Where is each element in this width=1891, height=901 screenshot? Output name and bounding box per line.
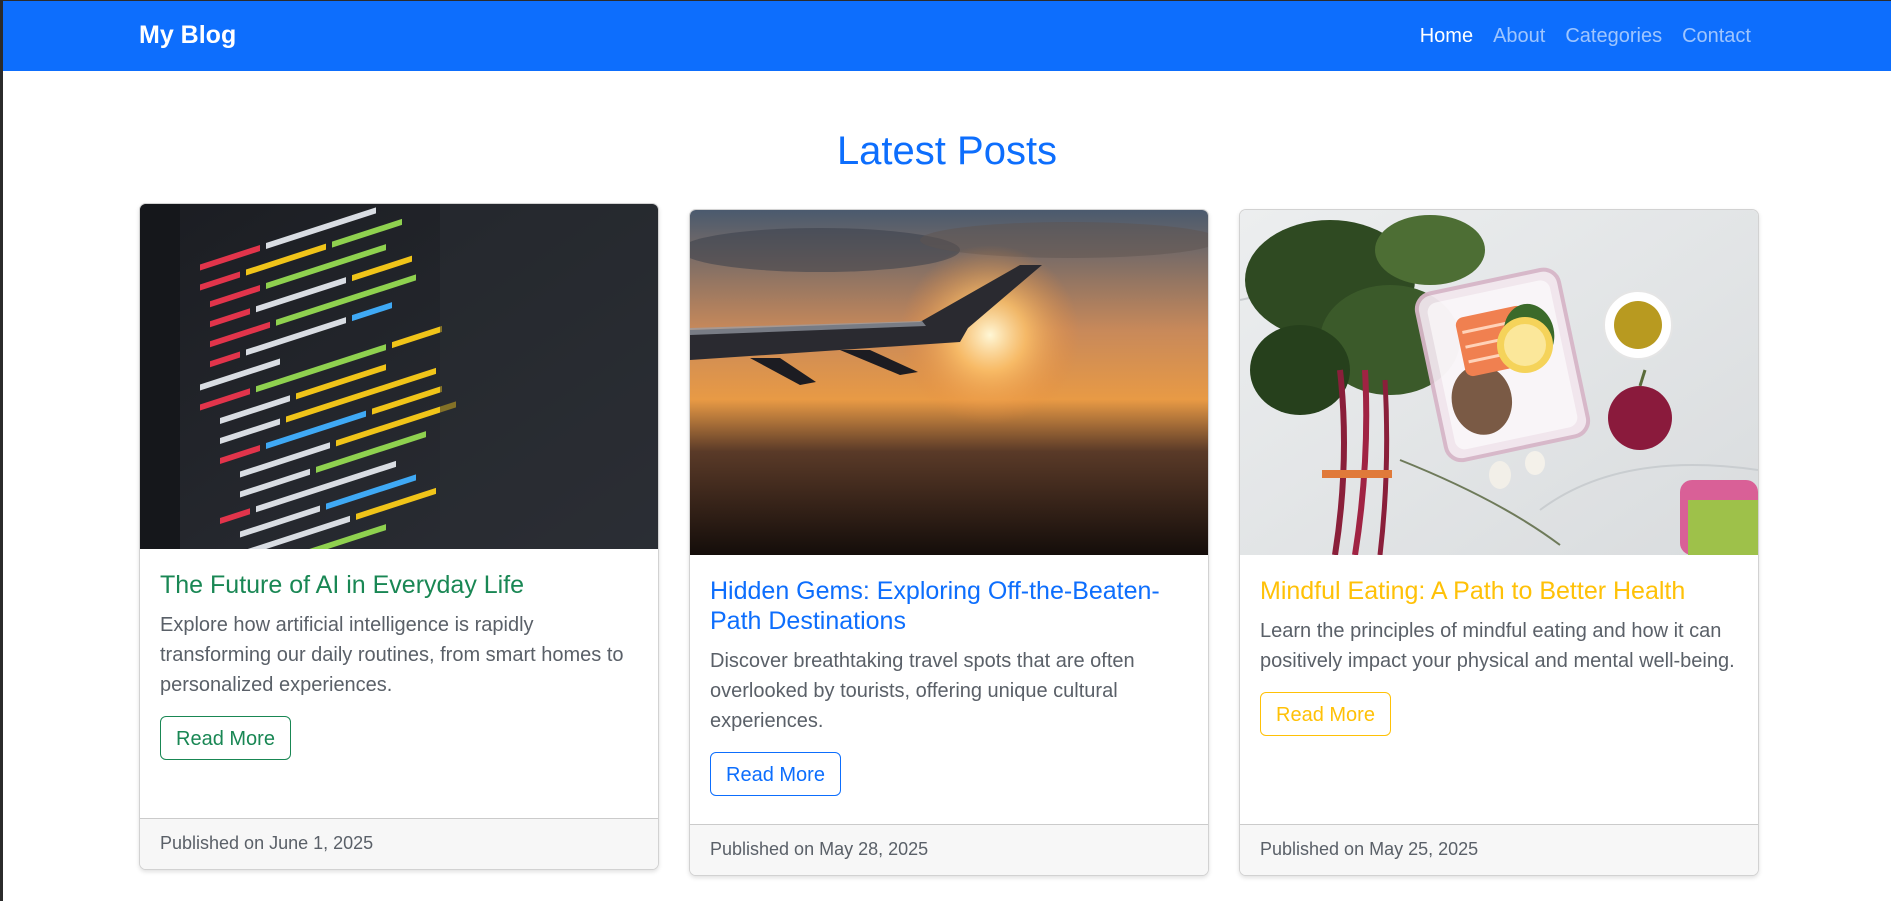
nav-link-about[interactable]: About — [1493, 25, 1545, 48]
post-card-food: Mindful Eating: A Path to Better Health … — [1239, 209, 1759, 876]
post-image-food[interactable] — [1240, 210, 1758, 555]
post-excerpt: Explore how artificial intelligence is r… — [160, 614, 624, 696]
post-footer: Published on June 1, 2025 — [140, 818, 658, 869]
navbar: My Blog Home About Categories Contact — [3, 1, 1891, 71]
post-excerpt: Discover breathtaking travel spots that … — [710, 650, 1135, 732]
post-card-ai: The Future of AI in Everyday Life Explor… — [139, 203, 659, 870]
nav-link-categories[interactable]: Categories — [1565, 25, 1662, 48]
post-card-body: Hidden Gems: Exploring Off-the-Beaten-Pa… — [710, 576, 1188, 796]
post-excerpt: Learn the principles of mindful eating a… — [1260, 620, 1735, 672]
post-image-airplane[interactable] — [690, 210, 1208, 555]
brand-link[interactable]: My Blog — [139, 21, 236, 50]
read-more-button[interactable]: Read More — [160, 716, 291, 760]
post-footer: Published on May 28, 2025 — [690, 824, 1208, 875]
nav-links: Home About Categories Contact — [1420, 25, 1751, 48]
read-more-button[interactable]: Read More — [1260, 692, 1391, 736]
post-title[interactable]: Hidden Gems: Exploring Off-the-Beaten-Pa… — [710, 576, 1188, 636]
post-date: Published on May 25, 2025 — [1260, 839, 1479, 859]
post-footer: Published on May 25, 2025 — [1240, 824, 1758, 875]
post-title[interactable]: Mindful Eating: A Path to Better Health — [1260, 576, 1738, 606]
post-card-travel: Hidden Gems: Exploring Off-the-Beaten-Pa… — [689, 209, 1209, 876]
nav-link-contact[interactable]: Contact — [1682, 25, 1751, 48]
post-image-code[interactable] — [140, 204, 658, 549]
post-card-body: The Future of AI in Everyday Life Explor… — [160, 570, 638, 760]
page-title: Latest Posts — [836, 129, 1058, 173]
post-title[interactable]: The Future of AI in Everyday Life — [160, 570, 638, 600]
nav-link-home[interactable]: Home — [1420, 25, 1473, 48]
page: My Blog Home About Categories Contact La… — [3, 1, 1891, 901]
read-more-button[interactable]: Read More — [710, 752, 841, 796]
post-date: Published on June 1, 2025 — [160, 833, 374, 853]
post-date: Published on May 28, 2025 — [710, 839, 929, 859]
post-card-body: Mindful Eating: A Path to Better Health … — [1260, 576, 1738, 736]
